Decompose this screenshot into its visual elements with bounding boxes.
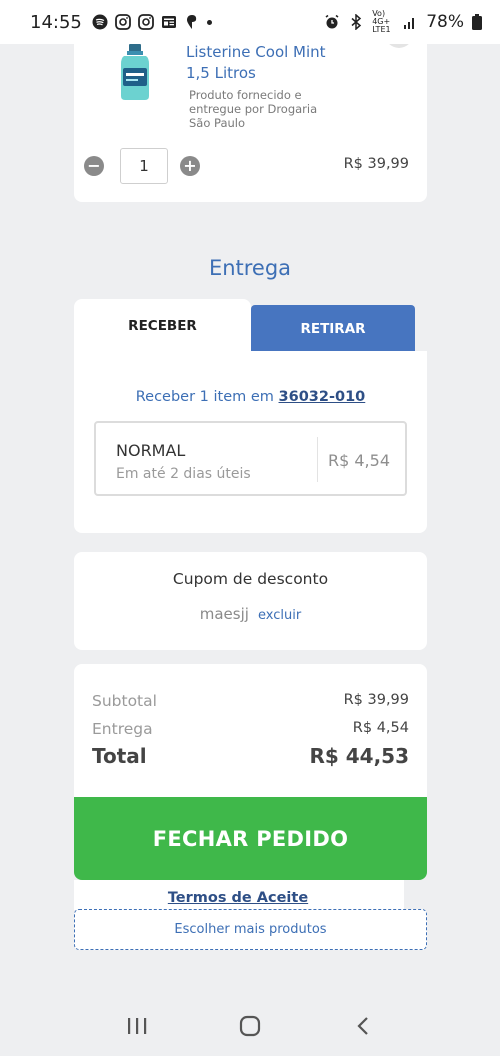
quantity-stepper: − 1 + (84, 148, 200, 184)
coupon-title: Cupom de desconto (172, 570, 329, 588)
recent-apps-button[interactable] (117, 1011, 157, 1041)
back-button[interactable] (343, 1011, 383, 1041)
product-name[interactable]: Listerine Cool Mint 1,5 Litros (186, 42, 336, 84)
network-label: Vo) 4G+ LTE1 (372, 9, 391, 34)
coupon-line: maesjj excluir (74, 604, 427, 623)
news-icon (161, 16, 176, 28)
total-row: Total R$ 44,53 (92, 744, 409, 768)
shipping-option-price: R$ 4,54 (327, 451, 390, 470)
coupon-card: Cupom de desconto maesjj excluir (74, 552, 427, 650)
delivery-fee-label: Entrega (92, 720, 153, 738)
system-nav-bar (0, 996, 500, 1056)
remove-coupon-link[interactable]: excluir (258, 608, 301, 623)
back-icon (357, 1017, 369, 1035)
more-notifications-dot (206, 19, 212, 25)
status-bar: 14:55 Vo) 4G+ LTE1 78% (0, 0, 500, 44)
tab-pickup[interactable]: RETIRAR (251, 305, 415, 352)
decrease-quantity-button[interactable]: − (84, 156, 104, 176)
subtotal-row: Subtotal R$ 39,99 (92, 692, 409, 710)
delivery-fee-row: Entrega R$ 4,54 (92, 720, 409, 738)
delivery-card: Receber 1 item em 36032-010 NORMAL Em at… (74, 351, 427, 533)
shipping-option-name: NORMAL (116, 441, 186, 460)
alarm-icon (325, 14, 339, 29)
terms-link[interactable]: Termos de Aceite (0, 890, 476, 906)
cart-item-card: Listerine Cool Mint 1,5 Litros Produto f… (74, 30, 427, 202)
total-label: Total (92, 744, 147, 768)
spotify-icon (92, 14, 108, 30)
delivery-address-line: Receber 1 item em 36032-010 (74, 389, 427, 405)
checkout-button[interactable]: FECHAR PEDIDO (74, 797, 427, 880)
home-button[interactable] (230, 1011, 270, 1041)
increase-quantity-button[interactable]: + (180, 156, 200, 176)
signal-icon (404, 18, 415, 29)
battery-icon (472, 14, 482, 30)
continue-shopping-button[interactable]: Escolher mais produtos (74, 909, 427, 950)
battery-percent: 78% (426, 12, 464, 32)
subtotal-label: Subtotal (92, 692, 157, 710)
order-summary-card: Subtotal R$ 39,99 Entrega R$ 4,54 Total … (74, 664, 427, 804)
coupon-code: maesjj (199, 605, 249, 623)
instagram-icon (114, 14, 131, 30)
product-price: R$ 39,99 (343, 156, 409, 172)
cep-link[interactable]: 36032-010 (279, 389, 366, 405)
instagram-icon-2 (137, 14, 154, 30)
system-icons: Vo) 4G+ LTE1 78% (324, 10, 482, 34)
shipping-option-divider (317, 437, 318, 482)
bluetooth-icon (351, 14, 362, 30)
recent-apps-icon (127, 1018, 146, 1034)
tab-receive[interactable]: RECEBER (74, 299, 251, 353)
location-pin-icon (186, 15, 197, 29)
quantity-input[interactable]: 1 (120, 148, 168, 184)
product-seller-note: Produto fornecido e entregue por Drogari… (189, 88, 318, 130)
delivery-fee-value: R$ 4,54 (352, 720, 409, 736)
total-value: R$ 44,53 (309, 744, 409, 768)
notification-icons (92, 14, 212, 30)
product-image[interactable] (118, 44, 152, 100)
checkout-page: 14:55 Vo) 4G+ LTE1 78% Listerine Cool Mi… (0, 0, 500, 1056)
shipping-option-normal[interactable]: NORMAL Em até 2 dias úteis R$ 4,54 (94, 421, 407, 496)
delivery-section-title: Entrega (208, 256, 292, 280)
status-time: 14:55 (30, 11, 82, 33)
delivery-prefix: Receber 1 item em (135, 389, 274, 405)
subtotal-value: R$ 39,99 (343, 692, 409, 708)
home-icon (239, 1015, 261, 1037)
shipping-option-eta: Em até 2 dias úteis (116, 466, 251, 482)
